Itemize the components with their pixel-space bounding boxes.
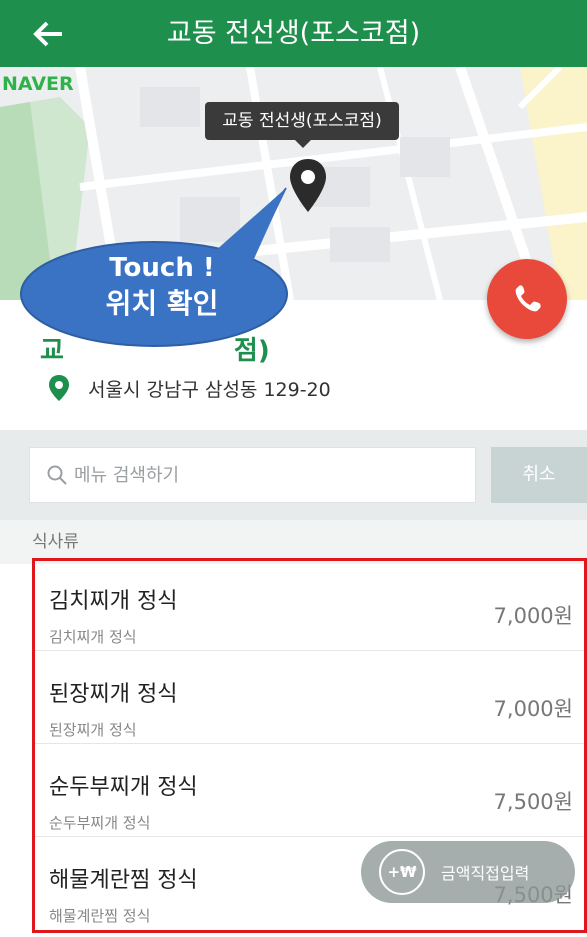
callout-text: Touch ! 위치 확인 bbox=[32, 251, 292, 323]
menu-item-price: 7,000원 bbox=[493, 697, 573, 721]
page-title: 교동 전선생(포스코점) bbox=[166, 18, 421, 49]
menu-item-name: 된장찌개 정식 bbox=[49, 682, 178, 707]
menu-item[interactable]: 순두부찌개 정식 순두부찌개 정식 7,500원 bbox=[32, 744, 587, 837]
menu-item-name: 해물계란찜 정식 bbox=[49, 868, 198, 893]
direct-amount-label: 금액직접입력 bbox=[441, 864, 530, 883]
won-plus-icon: +₩ bbox=[379, 849, 425, 895]
direct-amount-button[interactable]: +₩ 금액직접입력 bbox=[361, 841, 575, 903]
menu-item-desc: 김치찌개 정식 bbox=[49, 628, 137, 646]
search-bar: 취소 bbox=[0, 430, 587, 520]
menu-item[interactable]: 된장찌개 정식 된장찌개 정식 7,000원 bbox=[32, 651, 587, 744]
touch-callout: Touch ! 위치 확인 bbox=[14, 180, 292, 350]
address-text: 서울시 강남구 삼성동 129-20 bbox=[88, 378, 331, 401]
menu-item-price: 7,500원 bbox=[493, 790, 573, 814]
map-tooltip: 교동 전선생(포스코점) bbox=[205, 102, 399, 148]
menu-item-name: 김치찌개 정식 bbox=[49, 589, 178, 614]
callout-line1: Touch ! bbox=[109, 253, 215, 283]
phone-icon bbox=[515, 285, 541, 312]
naver-logo: NAVER bbox=[2, 73, 74, 95]
menu-item-desc: 해물계란찜 정식 bbox=[49, 907, 151, 925]
map-pin-icon[interactable] bbox=[287, 157, 329, 215]
menu-item-name: 순두부찌개 정식 bbox=[49, 775, 198, 800]
search-box[interactable] bbox=[29, 447, 476, 503]
search-input[interactable] bbox=[74, 464, 454, 486]
location-pin-icon bbox=[49, 375, 69, 401]
cancel-button[interactable]: 취소 bbox=[491, 447, 587, 503]
menu-item[interactable]: 김치찌개 정식 김치찌개 정식 7,000원 bbox=[32, 558, 587, 651]
call-button[interactable] bbox=[487, 259, 567, 339]
callout-line2: 위치 확인 bbox=[105, 287, 219, 320]
menu-item-price: 7,000원 bbox=[493, 604, 573, 628]
search-icon bbox=[47, 465, 67, 485]
app-header: 교동 전선생(포스코점) bbox=[0, 0, 587, 67]
address-row: 서울시 강남구 삼성동 129-20 bbox=[48, 373, 331, 403]
menu-item-desc: 순두부찌개 정식 bbox=[49, 814, 151, 832]
menu-item-desc: 된장찌개 정식 bbox=[49, 721, 137, 739]
